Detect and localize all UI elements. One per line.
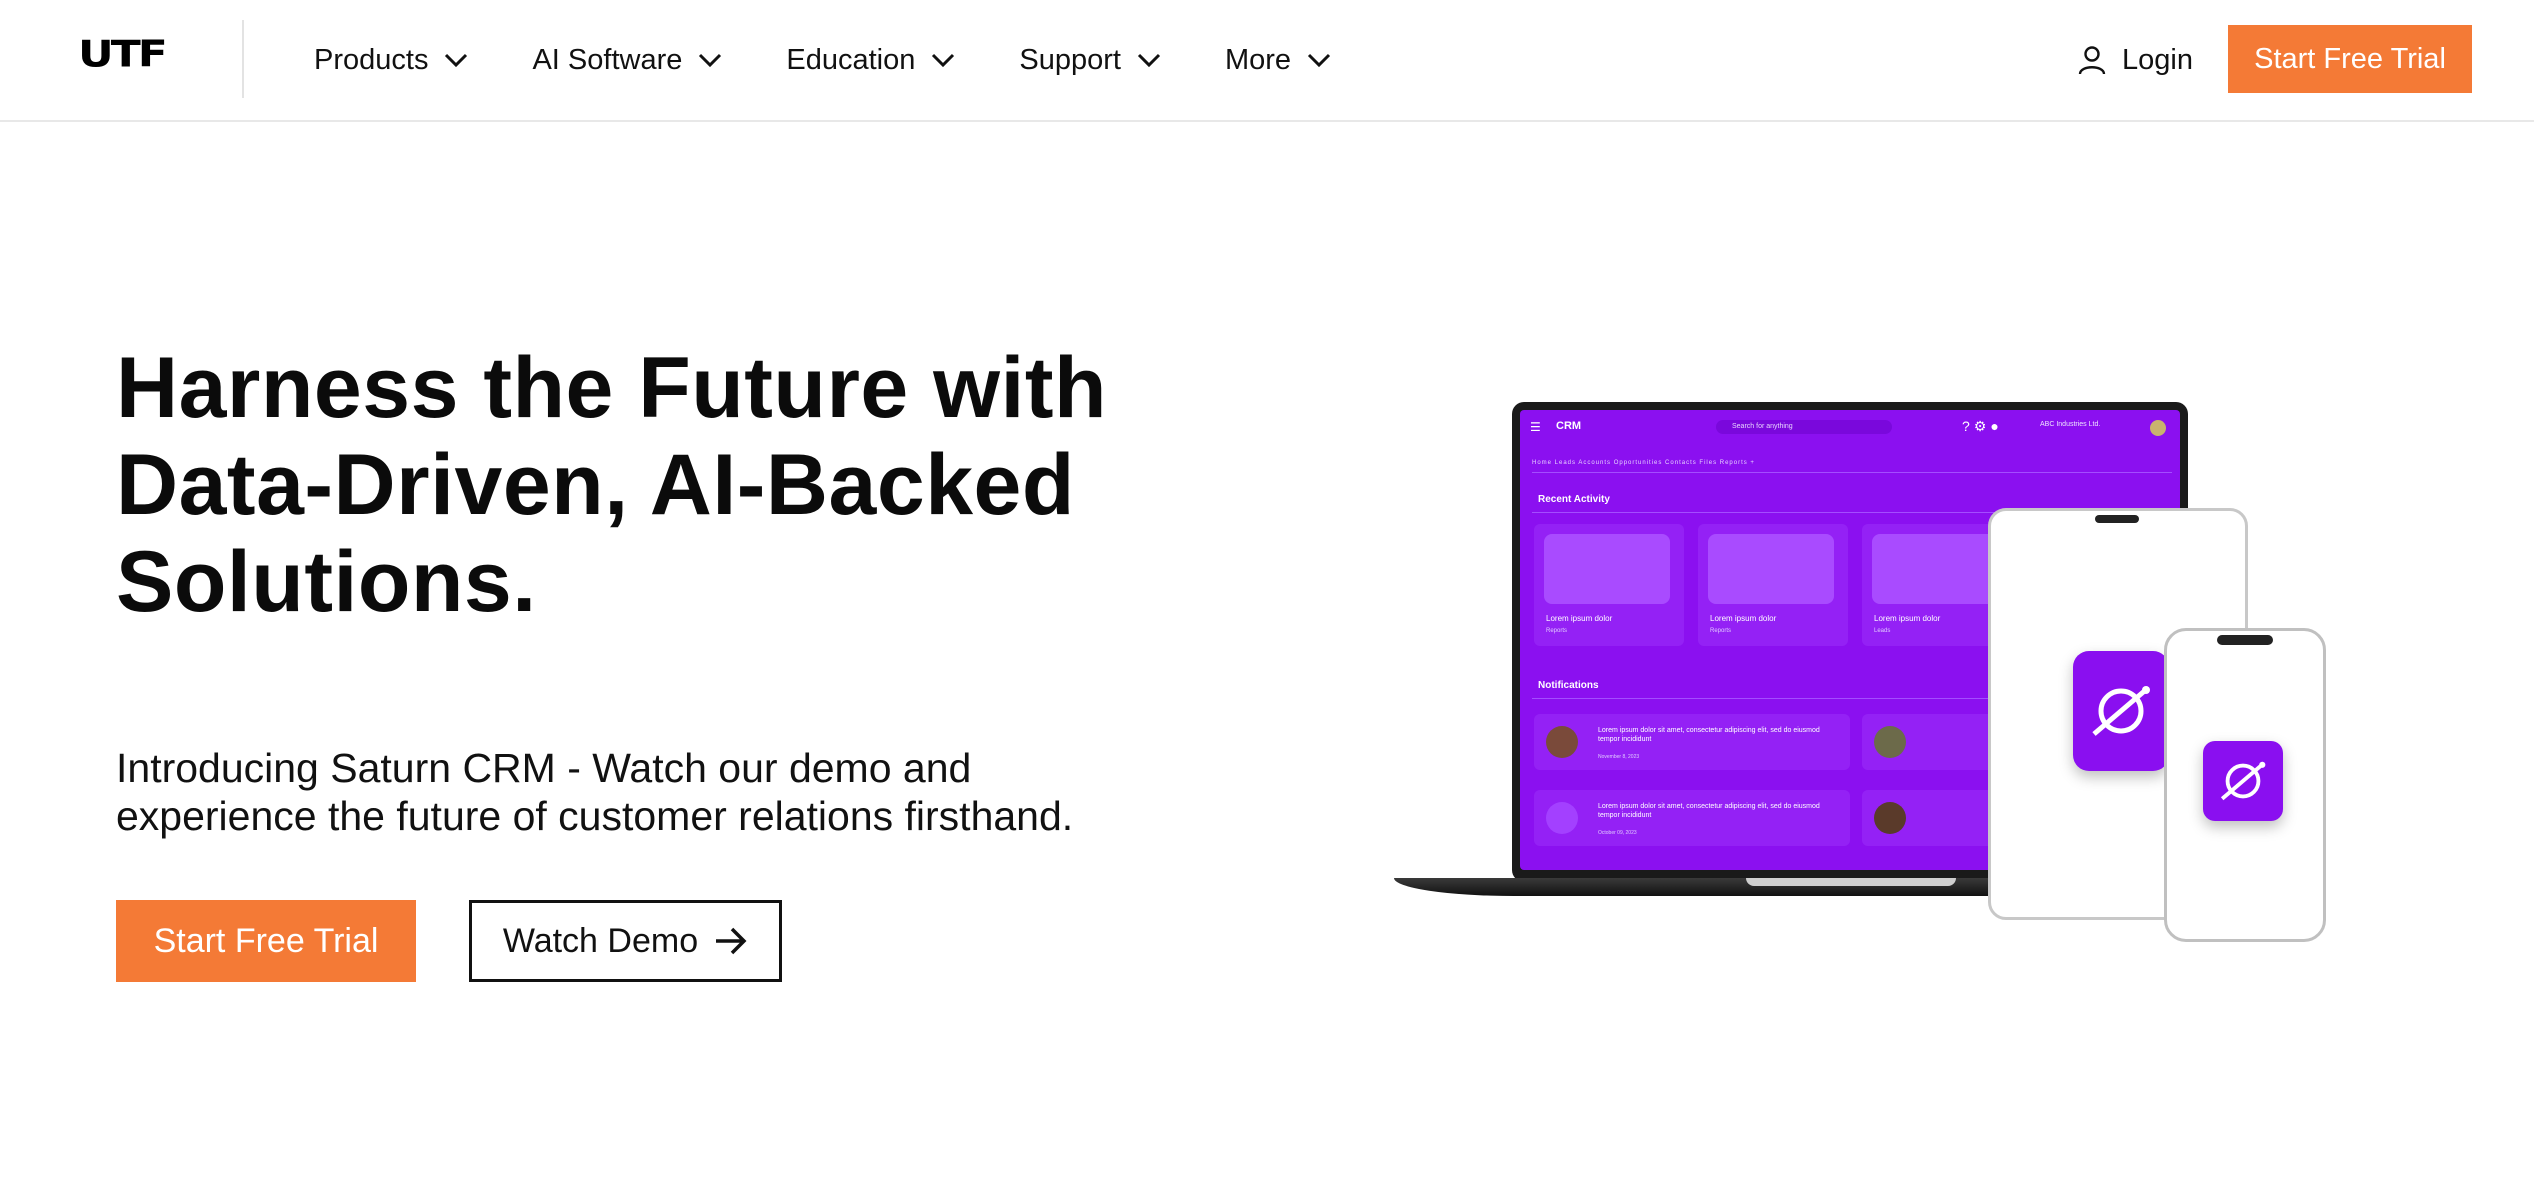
arrow-right-icon — [716, 927, 747, 955]
login-link[interactable]: Login — [2076, 38, 2193, 82]
chevron-down-icon — [1137, 53, 1160, 68]
menu-item-education[interactable]: Education — [786, 44, 955, 77]
hero-subtitle: Introducing Saturn CRM - Watch our demo … — [116, 744, 1316, 840]
tablet-camera — [2095, 515, 2139, 523]
menu-item-products[interactable]: Products — [314, 44, 468, 77]
bell-icon — [1546, 802, 1578, 834]
avatar — [1546, 726, 1578, 758]
device-mockup-illustration: ☰ CRM Search for anything ?⚙● ABC Indust… — [1390, 400, 2330, 950]
chevron-down-icon — [932, 53, 955, 68]
menu-item-label: Products — [314, 43, 429, 76]
menu-item-label: AI Software — [532, 43, 683, 76]
avatar — [1874, 802, 1906, 834]
crm-logo: CRM — [1556, 420, 1582, 432]
user-icon — [2078, 46, 2106, 75]
watch-demo-label: Watch Demo — [502, 921, 699, 960]
avatar — [1874, 726, 1906, 758]
card-sublabel: Reports — [1546, 628, 1568, 634]
crm-toolbar-icons: ?⚙● — [1962, 418, 2003, 434]
activity-card: Lorem ipsum dolor Reports — [1534, 524, 1684, 646]
recent-activity-heading: Recent Activity — [1538, 494, 1610, 505]
hero-title-line: Harness the Future with — [116, 340, 1108, 436]
saturn-logo-icon — [2220, 761, 2266, 801]
card-thumbnail — [1544, 534, 1670, 604]
menu-item-more[interactable]: More — [1225, 44, 1331, 77]
menu-item-label: More — [1224, 43, 1292, 76]
card-sublabel: Leads — [1874, 628, 1891, 634]
menu-icon: ☰ — [1530, 420, 1541, 434]
notification-text: Lorem ipsum dolor sit amet, consectetur … — [1598, 803, 1820, 819]
divider — [1532, 472, 2172, 473]
crm-company-name: ABC Industries Ltd. — [2040, 421, 2101, 428]
main-menu: Products AI Software Education Support M… — [314, 38, 1395, 82]
notification-text: Lorem ipsum dolor sit amet, consectetur … — [1598, 727, 1820, 743]
card-thumbnail — [1708, 534, 1834, 604]
hero-subtitle-line: experience the future of customer relati… — [116, 793, 1074, 839]
nav-divider — [242, 20, 244, 98]
menu-item-support[interactable]: Support — [1019, 44, 1161, 77]
login-label: Login — [2122, 43, 2193, 76]
menu-item-label: Education — [786, 43, 916, 76]
top-navigation: UTF Products AI Software Education Suppo… — [0, 0, 2534, 122]
saturn-logo-icon — [2092, 686, 2150, 736]
menu-item-label: Support — [1019, 43, 1121, 76]
saturn-app-icon — [2203, 741, 2283, 821]
phone-notch — [2217, 635, 2273, 645]
hero-title: Harness the Future with Data-Driven, AI-… — [116, 340, 1276, 631]
chevron-down-icon — [445, 53, 468, 68]
start-free-trial-nav-button[interactable]: Start Free Trial — [2228, 25, 2472, 93]
notifications-heading: Notifications — [1538, 680, 1599, 691]
card-label: Lorem ipsum dolor — [1710, 614, 1777, 623]
start-free-trial-hero-button[interactable]: Start Free Trial — [116, 900, 416, 982]
notification-item: Lorem ipsum dolor sit amet, consectetur … — [1534, 790, 1850, 846]
laptop-hinge — [1746, 878, 1956, 886]
phone-device — [2164, 628, 2326, 942]
watch-demo-button[interactable]: Watch Demo — [469, 900, 782, 982]
card-sublabel: Reports — [1710, 628, 1732, 634]
hero-title-line: Solutions. — [116, 534, 537, 630]
hero-subtitle-line: Introducing Saturn CRM - Watch our demo … — [116, 745, 972, 791]
saturn-app-icon — [2073, 651, 2169, 771]
hero-title-line: Data-Driven, AI-Backed — [116, 437, 1075, 533]
card-label: Lorem ipsum dolor — [1874, 614, 1941, 623]
crm-search-field: Search for anything — [1716, 420, 1892, 434]
notification-date: November 8, 2023 — [1598, 754, 1640, 760]
crm-header: ☰ CRM Search for anything ?⚙● ABC Indust… — [1520, 410, 2180, 446]
crm-tabs: Home Leads Accounts Opportunities Contac… — [1532, 460, 1755, 466]
chevron-down-icon — [1307, 53, 1331, 68]
avatar — [2150, 420, 2166, 436]
utf-logo[interactable]: UTF — [78, 37, 168, 73]
card-label: Lorem ipsum dolor — [1546, 614, 1613, 623]
activity-card: Lorem ipsum dolor Reports — [1698, 524, 1848, 646]
card-thumbnail — [1872, 534, 1998, 604]
notification-date: October 09, 2023 — [1598, 830, 1637, 836]
chevron-down-icon — [699, 53, 722, 68]
notification-item: Lorem ipsum dolor sit amet, consectetur … — [1534, 714, 1850, 770]
menu-item-ai-software[interactable]: AI Software — [532, 44, 722, 77]
